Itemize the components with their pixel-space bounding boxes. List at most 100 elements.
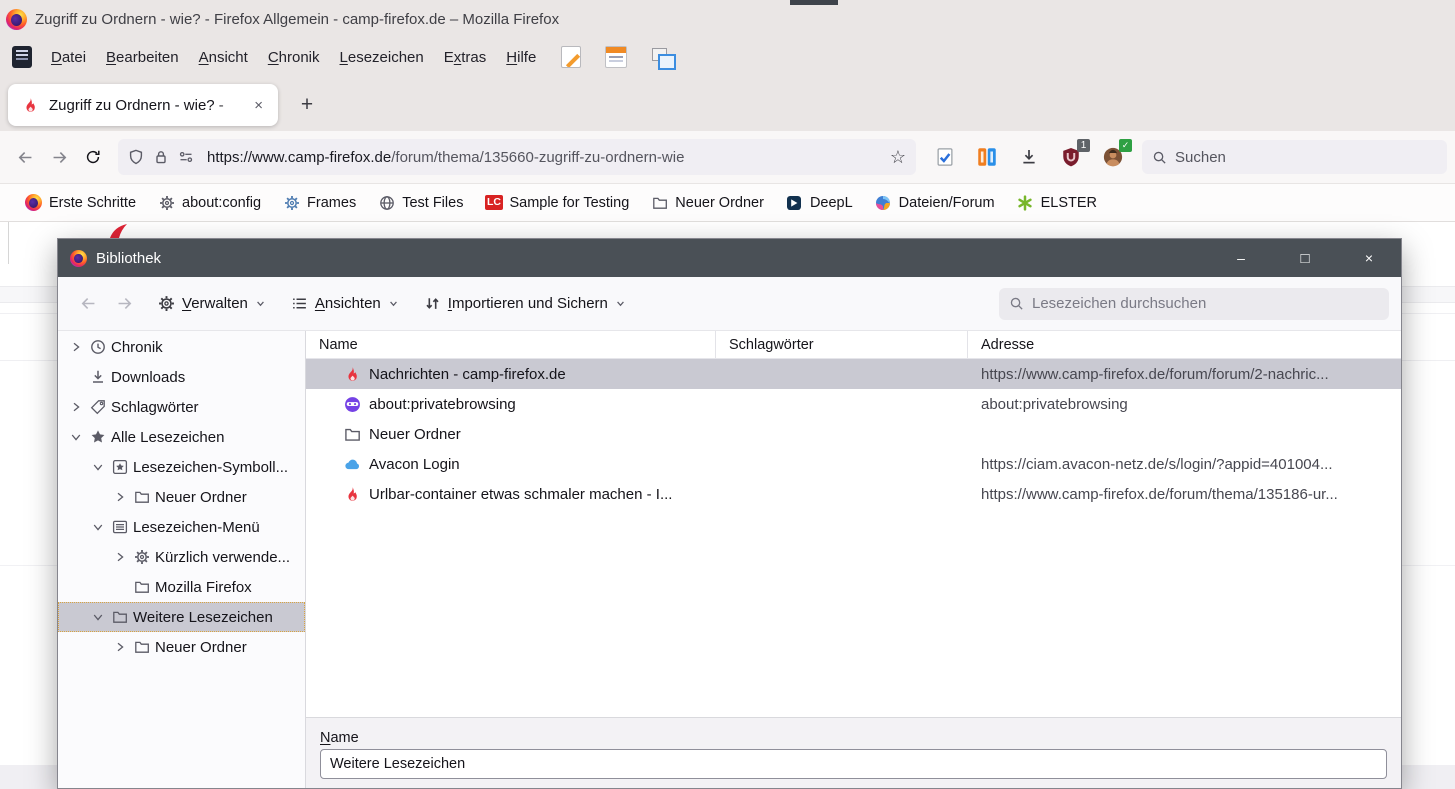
tree-item-neuer-ordner-2[interactable]: Neuer Ordner (58, 632, 305, 662)
ublock-icon[interactable]: 1 (1058, 144, 1084, 170)
account-avatar-icon[interactable]: ✓ (1100, 144, 1126, 170)
bookmark-frames[interactable]: Frames (276, 191, 363, 214)
new-tab-button[interactable]: + (292, 90, 322, 120)
tree-item-mozilla-firefox[interactable]: Mozilla Firefox (58, 572, 305, 602)
copy-window-icon[interactable] (651, 46, 673, 68)
bookmark-name: about:privatebrowsing (369, 396, 516, 413)
tab-close-icon[interactable]: × (249, 95, 268, 116)
menu-label-post: hronik (279, 49, 320, 66)
library-footer: Name (306, 717, 1401, 788)
bookmark-elster[interactable]: ELSTER (1010, 191, 1104, 214)
chevron-down-icon[interactable] (68, 429, 84, 445)
tree-item-downloads[interactable]: Downloads (58, 362, 305, 392)
bookmark-label: Erste Schritte (49, 195, 136, 211)
navigation-bar: https://www.camp-firefox.de/forum/thema/… (0, 131, 1455, 184)
lc-icon: LC (485, 194, 502, 211)
menu-hilfe[interactable]: Hilfe (497, 45, 545, 70)
downloads-icon[interactable] (1016, 144, 1042, 170)
library-sidebar: Chronik Downloads Schlagwörter Alle Lese… (58, 331, 306, 788)
bookmark-star-icon[interactable]: ☆ (890, 147, 906, 168)
bookmark-deepl[interactable]: DeepL (779, 191, 860, 214)
library-search-input[interactable] (1032, 295, 1379, 312)
chevron-right-icon[interactable] (112, 549, 128, 565)
menu-chronik[interactable]: Chronik (259, 45, 329, 70)
tree-item-label: Weitere Lesezeichen (133, 609, 273, 626)
bookmark-test-files[interactable]: Test Files (371, 191, 470, 214)
menu-datei[interactable]: Datei (42, 45, 95, 70)
archive-icon[interactable] (12, 46, 32, 68)
tree-item-label: Chronik (111, 339, 163, 356)
tree-item-lesezeichen-menue[interactable]: Lesezeichen-Menü (58, 512, 305, 542)
chevron-down-icon (389, 299, 398, 308)
calendar-form-icon[interactable] (605, 46, 627, 68)
chevron-down-icon[interactable] (90, 459, 106, 475)
back-button[interactable] (8, 140, 42, 174)
chevron-down-icon[interactable] (90, 609, 106, 625)
folder-icon (651, 194, 668, 211)
tree-item-alle-lesezeichen[interactable]: Alle Lesezeichen (58, 422, 305, 452)
browser-search-input[interactable] (1175, 149, 1437, 166)
orange-blue-extension-icon[interactable] (974, 144, 1000, 170)
url-bar[interactable]: https://www.camp-firefox.de/forum/thema/… (118, 139, 916, 175)
maximize-button[interactable]: □ (1273, 239, 1337, 277)
tree-item-weitere-lesezeichen[interactable]: Weitere Lesezeichen (58, 602, 305, 632)
chevron-down-icon (616, 299, 625, 308)
browser-search-box[interactable] (1142, 140, 1447, 174)
minimize-button[interactable]: – (1209, 239, 1273, 277)
active-tab[interactable]: Zugriff zu Ordnern - wie? - × (8, 84, 278, 126)
bookmark-erste-schritte[interactable]: Erste Schritte (18, 191, 143, 214)
search-icon (1009, 296, 1024, 311)
library-body: Chronik Downloads Schlagwörter Alle Lese… (58, 331, 1401, 788)
lock-icon[interactable] (153, 149, 169, 165)
tree-item-lesezeichen-symbolleiste[interactable]: Lesezeichen-Symboll... (58, 452, 305, 482)
table-row[interactable]: about:privatebrowsing about:privatebrows… (306, 389, 1401, 419)
table-row[interactable]: Nachrichten - camp-firefox.de https://ww… (306, 359, 1401, 389)
chevron-right-icon[interactable] (68, 339, 84, 355)
menu-bearbeiten[interactable]: Bearbeiten (97, 45, 188, 70)
tree-item-neuer-ordner-1[interactable]: Neuer Ordner (58, 482, 305, 512)
bookmark-sample-for-testing[interactable]: LCSample for Testing (478, 191, 636, 214)
importieren-und-sichern-button[interactable]: Importieren und Sichern (414, 289, 635, 318)
close-button[interactable]: × (1337, 239, 1401, 277)
chevron-right-icon[interactable] (112, 489, 128, 505)
tree-item-label: Downloads (111, 369, 185, 386)
bookmark-dateien-forum[interactable]: Dateien/Forum (868, 191, 1002, 214)
tree-item-kuerzlich-verwendet[interactable]: Kürzlich verwende... (58, 542, 305, 572)
menu-ansicht[interactable]: Ansicht (190, 45, 257, 70)
chevron-down-icon[interactable] (90, 519, 106, 535)
table-row[interactable]: Neuer Ordner (306, 419, 1401, 449)
shield-icon[interactable] (128, 149, 144, 165)
notepad-pencil-icon[interactable] (561, 46, 581, 68)
column-header-name[interactable]: Name (306, 331, 716, 358)
column-header-adresse[interactable]: Adresse (968, 331, 1401, 358)
menu-label-post: earbeiten (116, 49, 179, 66)
forward-button[interactable] (42, 140, 76, 174)
library-forward-button[interactable] (106, 287, 142, 321)
library-titlebar[interactable]: Bibliothek – □ × (58, 239, 1401, 277)
table-row[interactable]: Avacon Login https://ciam.avacon-netz.de… (306, 449, 1401, 479)
table-row[interactable]: Urlbar-container etwas schmaler machen -… (306, 479, 1401, 509)
bookmark-about-config[interactable]: about:config (151, 191, 268, 214)
tree-item-chronik[interactable]: Chronik (58, 332, 305, 362)
menu-lesezeichen[interactable]: Lesezeichen (331, 45, 433, 70)
w3c-validator-icon[interactable] (932, 144, 958, 170)
menu-extras[interactable]: Extras (435, 45, 496, 70)
tree-item-schlagwoerter[interactable]: Schlagwörter (58, 392, 305, 422)
name-field-input[interactable] (320, 749, 1387, 779)
menu-label-pre: E (444, 49, 454, 66)
url-text[interactable]: https://www.camp-firefox.de/forum/thema/… (207, 149, 886, 166)
library-search-box[interactable] (999, 288, 1389, 320)
menu-bar: Datei Bearbeiten Ansicht Chronik Lesezei… (0, 38, 1455, 76)
verwalten-button[interactable]: Verwalten (148, 289, 275, 318)
library-back-button[interactable] (70, 287, 106, 321)
menu-label-key: C (268, 49, 279, 66)
url-prefix: https://www. (207, 149, 288, 166)
chevron-right-icon[interactable] (112, 639, 128, 655)
permissions-icon[interactable] (178, 149, 194, 165)
column-header-schlagwoerter[interactable]: Schlagwörter (716, 331, 968, 358)
bookmark-neuer-ordner[interactable]: Neuer Ordner (644, 191, 771, 214)
tab-bar: Zugriff zu Ordnern - wie? - × + (0, 76, 1455, 131)
chevron-right-icon[interactable] (68, 399, 84, 415)
ansichten-button[interactable]: Ansichten (281, 289, 408, 318)
reload-button[interactable] (76, 140, 110, 174)
